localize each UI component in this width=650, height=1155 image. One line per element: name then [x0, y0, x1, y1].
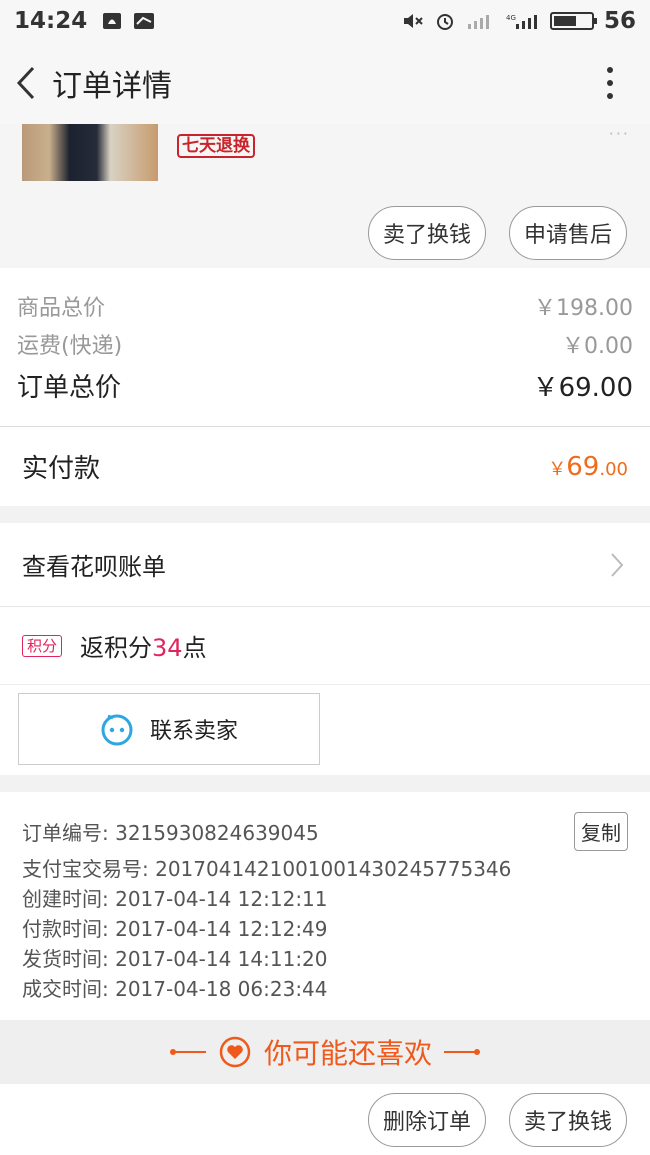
paid-amount-decimal: .00	[599, 458, 628, 480]
signal-icon	[467, 15, 489, 29]
shipped-time: 发货时间: 2017-04-14 14:11:20	[22, 947, 328, 971]
chat-bubble-icon	[101, 714, 133, 746]
paid-amount-label: 实付款	[22, 454, 101, 484]
message-icon	[134, 13, 155, 29]
more-dot-icon	[607, 80, 613, 86]
battery-icon	[549, 12, 597, 30]
apply-after-sale-button[interactable]: 申请售后	[509, 206, 627, 260]
goods-total-label: 商品总价	[17, 296, 106, 321]
notification-bell-icon	[103, 13, 122, 29]
page-title: 订单详情	[52, 69, 172, 104]
product-card[interactable]: 七天退换 ··· 卖了换钱 申请售后	[0, 124, 650, 268]
chevron-left-icon	[16, 66, 35, 100]
contact-seller-label: 联系卖家	[149, 719, 238, 744]
signal-4g-icon: 4G	[506, 14, 537, 29]
contact-section: 联系卖家	[0, 685, 650, 775]
mute-icon	[403, 14, 423, 28]
points-prefix: 返积分	[80, 634, 153, 662]
paid-amount-value: ￥69.00	[548, 452, 628, 482]
battery-level: 56	[603, 8, 636, 34]
points-number: 34	[152, 634, 183, 662]
shipping-row: 运费(快递) ￥0.00	[17, 328, 633, 360]
recommendations-header: 你可能还喜欢	[0, 1020, 650, 1084]
seven-day-return-badge: 七天退换	[177, 134, 255, 158]
shipping-value: ￥0.00	[562, 334, 633, 359]
copy-order-number-button[interactable]: 复制	[574, 812, 628, 851]
chevron-right-icon	[611, 552, 624, 577]
divider-left	[169, 1049, 206, 1055]
created-time: 创建时间: 2017-04-14 12:12:11	[22, 887, 328, 911]
order-total-value: ￥69.00	[532, 373, 633, 403]
product-more-dots: ···	[608, 124, 630, 143]
status-bar: 14:24 4G 56	[0, 0, 650, 42]
goods-total-value: ￥198.00	[534, 296, 633, 321]
sell-for-money-button[interactable]: 卖了换钱	[368, 206, 486, 260]
paid-amount-main: 69	[566, 451, 600, 482]
shipping-label: 运费(快递)	[17, 334, 123, 359]
alarm-icon	[436, 14, 453, 30]
bottom-action-bar: 删除订单 卖了换钱	[0, 1084, 650, 1155]
completed-time: 成交时间: 2017-04-18 06:23:44	[22, 977, 328, 1001]
product-thumbnail[interactable]	[22, 124, 158, 181]
order-total-label: 订单总价	[17, 373, 122, 403]
order-total-row: 订单总价 ￥69.00	[17, 367, 633, 404]
back-button[interactable]	[4, 53, 48, 113]
order-info: 订单编号: 3215930824639045 支付宝交易号: 201704142…	[0, 792, 650, 1020]
bottom-sell-for-money-button[interactable]: 卖了换钱	[509, 1093, 627, 1147]
paid-currency: ￥	[548, 458, 567, 480]
order-number: 订单编号: 3215930824639045	[22, 821, 319, 845]
points-text: 返积分34点	[80, 628, 207, 663]
points-badge: 积分	[22, 634, 63, 657]
alipay-trade-number: 支付宝交易号: 2017041421001001430245775346	[22, 857, 512, 881]
recommendations-label: 你可能还喜欢	[263, 1037, 432, 1070]
more-menu-button[interactable]	[600, 61, 620, 105]
paid-time: 付款时间: 2017-04-14 12:12:49	[22, 917, 328, 941]
contact-seller-button[interactable]: 联系卖家	[18, 693, 320, 765]
huabei-bill-row[interactable]: 查看花呗账单	[0, 523, 650, 607]
price-summary: 商品总价 ￥198.00 运费(快递) ￥0.00 订单总价 ￥69.00	[0, 268, 650, 426]
points-suffix: 点	[182, 634, 207, 662]
more-dot-icon	[607, 67, 613, 73]
svg-text:4G: 4G	[506, 14, 516, 22]
heart-icon	[219, 1036, 251, 1068]
goods-total-row: 商品总价 ￥198.00	[17, 290, 633, 322]
delete-order-button[interactable]: 删除订单	[368, 1093, 486, 1147]
app-header: 订单详情	[0, 42, 650, 124]
divider-right	[444, 1049, 480, 1055]
huabei-bill-label: 查看花呗账单	[22, 553, 166, 581]
status-time: 14:24	[14, 8, 88, 34]
points-row: 积分 返积分34点	[0, 607, 650, 685]
more-dot-icon	[607, 93, 613, 99]
paid-amount-row: 实付款 ￥69.00	[0, 426, 650, 506]
